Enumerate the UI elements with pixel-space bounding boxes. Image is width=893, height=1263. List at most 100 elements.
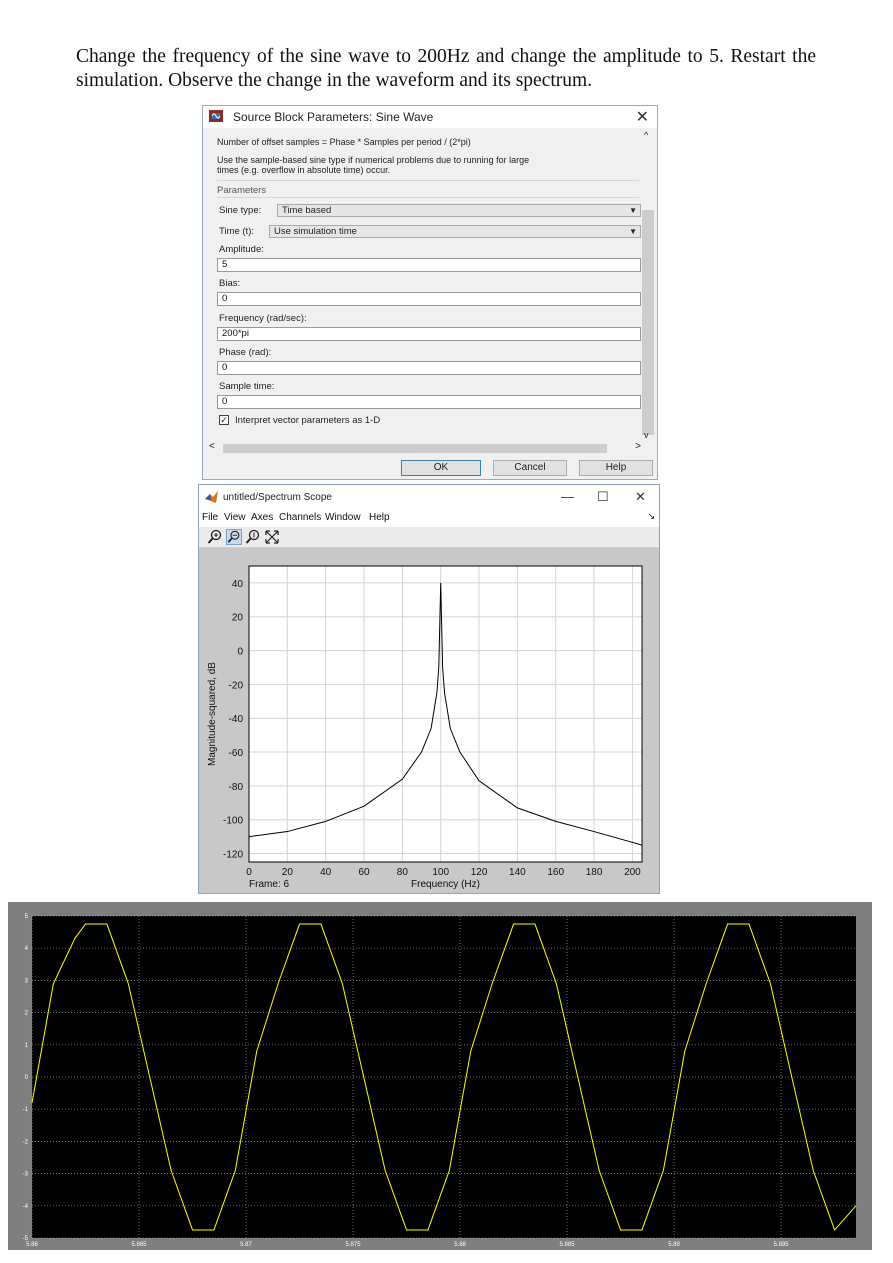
sample-based-description-line2: times (e.g. overflow in absolute time) o… [217, 165, 391, 175]
scroll-down-icon[interactable]: v [644, 430, 649, 440]
autoscale-icon[interactable] [264, 529, 280, 545]
maximize-button[interactable]: ☐ [597, 489, 609, 505]
spectrum-plot[interactable]: 0 20 40 60 80 100 120 140 160 180 20040200-20-40-6… [199, 548, 659, 894]
x-tick-label: 200 [624, 867, 641, 878]
scope-toolbar [199, 527, 659, 548]
horizontal-scroll-thumb[interactable] [223, 444, 607, 453]
ok-button[interactable]: OK [401, 460, 481, 476]
y-tick-label: -4 [23, 1204, 29, 1210]
time-label: Time (t): [219, 226, 255, 237]
plot-area-background: 0 20 40 60 80 100 120 140 160 180 200 40 20 0 -20 -40 -6… [199, 548, 659, 893]
instruction-text: Change the frequency of the sine wave to… [76, 46, 816, 91]
dropdown-arrow-icon: ▼ [629, 206, 637, 215]
dialog-titlebar[interactable]: Source Block Parameters: Sine Wave ✕ [203, 106, 657, 128]
y-tick-label: -100 [223, 816, 243, 827]
scroll-left-icon[interactable]: < [209, 441, 215, 452]
y-tick-label: 1 [25, 1043, 29, 1049]
waveform-plot[interactable]: 5.86 5.865 5.87 5.875 5.88 5.885 5.89 5.895 5 4 3 2… [8, 902, 872, 1250]
menu-channels[interactable]: Channels [279, 512, 321, 523]
x-tick-label: 5.895 [774, 1242, 790, 1248]
time-value: Use simulation time [274, 226, 357, 237]
zoom-y-icon[interactable] [245, 529, 261, 545]
dropdown-arrow-icon: ▼ [629, 227, 637, 236]
dialog-title: Source Block Parameters: Sine Wave [233, 110, 434, 124]
sine-type-label: Sine type: [219, 205, 262, 216]
matlab-logo-icon [205, 491, 218, 503]
amplitude-label: Amplitude: [219, 244, 264, 255]
menu-window[interactable]: Window [325, 512, 361, 523]
zoom-in-icon[interactable] [207, 529, 223, 545]
y-tick-label: -80 [229, 782, 244, 793]
bias-label: Bias: [219, 278, 241, 289]
y-tick-label: -120 [223, 850, 243, 861]
simulink-block-icon [209, 110, 223, 122]
x-tick-label: 20 [282, 867, 294, 878]
y-tick-label: -5 [23, 1236, 29, 1242]
source-block-parameters-dialog: Source Block Parameters: Sine Wave ✕ ^ v… [202, 105, 658, 480]
menu-bar: File View Axes Channels Window Help ↘ [199, 511, 659, 525]
frame-label: Frame: 6 [249, 879, 289, 890]
x-tick-label: 0 [246, 867, 252, 878]
scroll-up-icon[interactable]: ^ [644, 130, 648, 140]
x-tick-label: 5.885 [560, 1242, 576, 1248]
menu-overflow-icon[interactable]: ↘ [647, 511, 655, 522]
x-tick-label: 5.89 [668, 1242, 680, 1248]
sample-time-field[interactable]: 0 [217, 395, 641, 409]
time-dropdown[interactable]: Use simulation time ▼ [269, 225, 641, 238]
divider [217, 180, 639, 181]
y-tick-label: 0 [237, 647, 243, 658]
frequency-field[interactable]: 200*pi [217, 327, 641, 341]
y-tick-label: -60 [229, 748, 244, 759]
y-tick-label: -1 [23, 1107, 29, 1113]
x-tick-label: 5.87 [240, 1242, 252, 1248]
x-tick-label: 40 [320, 867, 332, 878]
y-tick-label: 2 [25, 1011, 29, 1017]
menu-axes[interactable]: Axes [251, 512, 273, 523]
x-tick-label: 160 [547, 867, 564, 878]
scroll-right-icon[interactable]: > [635, 441, 641, 452]
x-tick-label: 5.865 [132, 1242, 148, 1248]
phase-label: Phase (rad): [219, 347, 272, 358]
plot-frame [248, 565, 643, 863]
dialog-close-button[interactable]: ✕ [636, 107, 649, 127]
menu-help[interactable]: Help [369, 512, 390, 523]
interpret-vector-checkbox[interactable]: ✓ [219, 415, 229, 425]
x-tick-label: 120 [471, 867, 488, 878]
sine-type-dropdown[interactable]: Time based ▼ [277, 204, 641, 217]
cancel-button[interactable]: Cancel [493, 460, 567, 476]
amplitude-field[interactable]: 5 [217, 258, 641, 272]
x-axis-label: Frequency (Hz) [411, 879, 480, 890]
y-tick-label: 0 [25, 1075, 29, 1081]
y-tick-label: 3 [25, 978, 29, 984]
x-tick-label: 5.86 [26, 1242, 38, 1248]
y-axis-label: Magnitude-squared, dB [207, 662, 218, 766]
divider [217, 197, 639, 198]
sine-type-value: Time based [282, 205, 332, 216]
interpret-vector-label: Interpret vector parameters as 1-D [235, 415, 381, 426]
menu-view[interactable]: View [224, 512, 246, 523]
sample-based-description-line1: Use the sample-based sine type if numeri… [217, 155, 530, 165]
vertical-scroll-thumb[interactable] [642, 210, 654, 435]
x-tick-label: 100 [432, 867, 449, 878]
minimize-button[interactable]: — [561, 489, 574, 504]
scope-titlebar[interactable]: untitled/Spectrum Scope — ☐ ✕ [199, 485, 659, 509]
x-tick-label: 80 [397, 867, 409, 878]
y-tick-label: 40 [232, 579, 244, 590]
menu-file[interactable]: File [202, 512, 218, 523]
bias-field[interactable]: 0 [217, 292, 641, 306]
close-button[interactable]: ✕ [635, 489, 646, 505]
zoom-x-icon[interactable] [226, 529, 242, 545]
y-tick-label: -3 [23, 1172, 29, 1178]
y-tick-label: 5 [25, 914, 29, 920]
y-tick-label: -40 [229, 714, 244, 725]
sample-time-label: Sample time: [219, 381, 275, 392]
help-button[interactable]: Help [579, 460, 653, 476]
y-tick-label: -20 [229, 680, 244, 691]
phase-field[interactable]: 0 [217, 361, 641, 375]
offset-samples-description: Number of offset samples = Phase * Sampl… [217, 137, 471, 147]
vertical-scrollbar[interactable]: ^ v [641, 128, 655, 446]
horizontal-scrollbar[interactable]: < > [209, 441, 641, 454]
x-tick-label: 180 [586, 867, 603, 878]
parameters-section-label: Parameters [217, 185, 267, 196]
y-tick-label: -2 [23, 1139, 29, 1145]
